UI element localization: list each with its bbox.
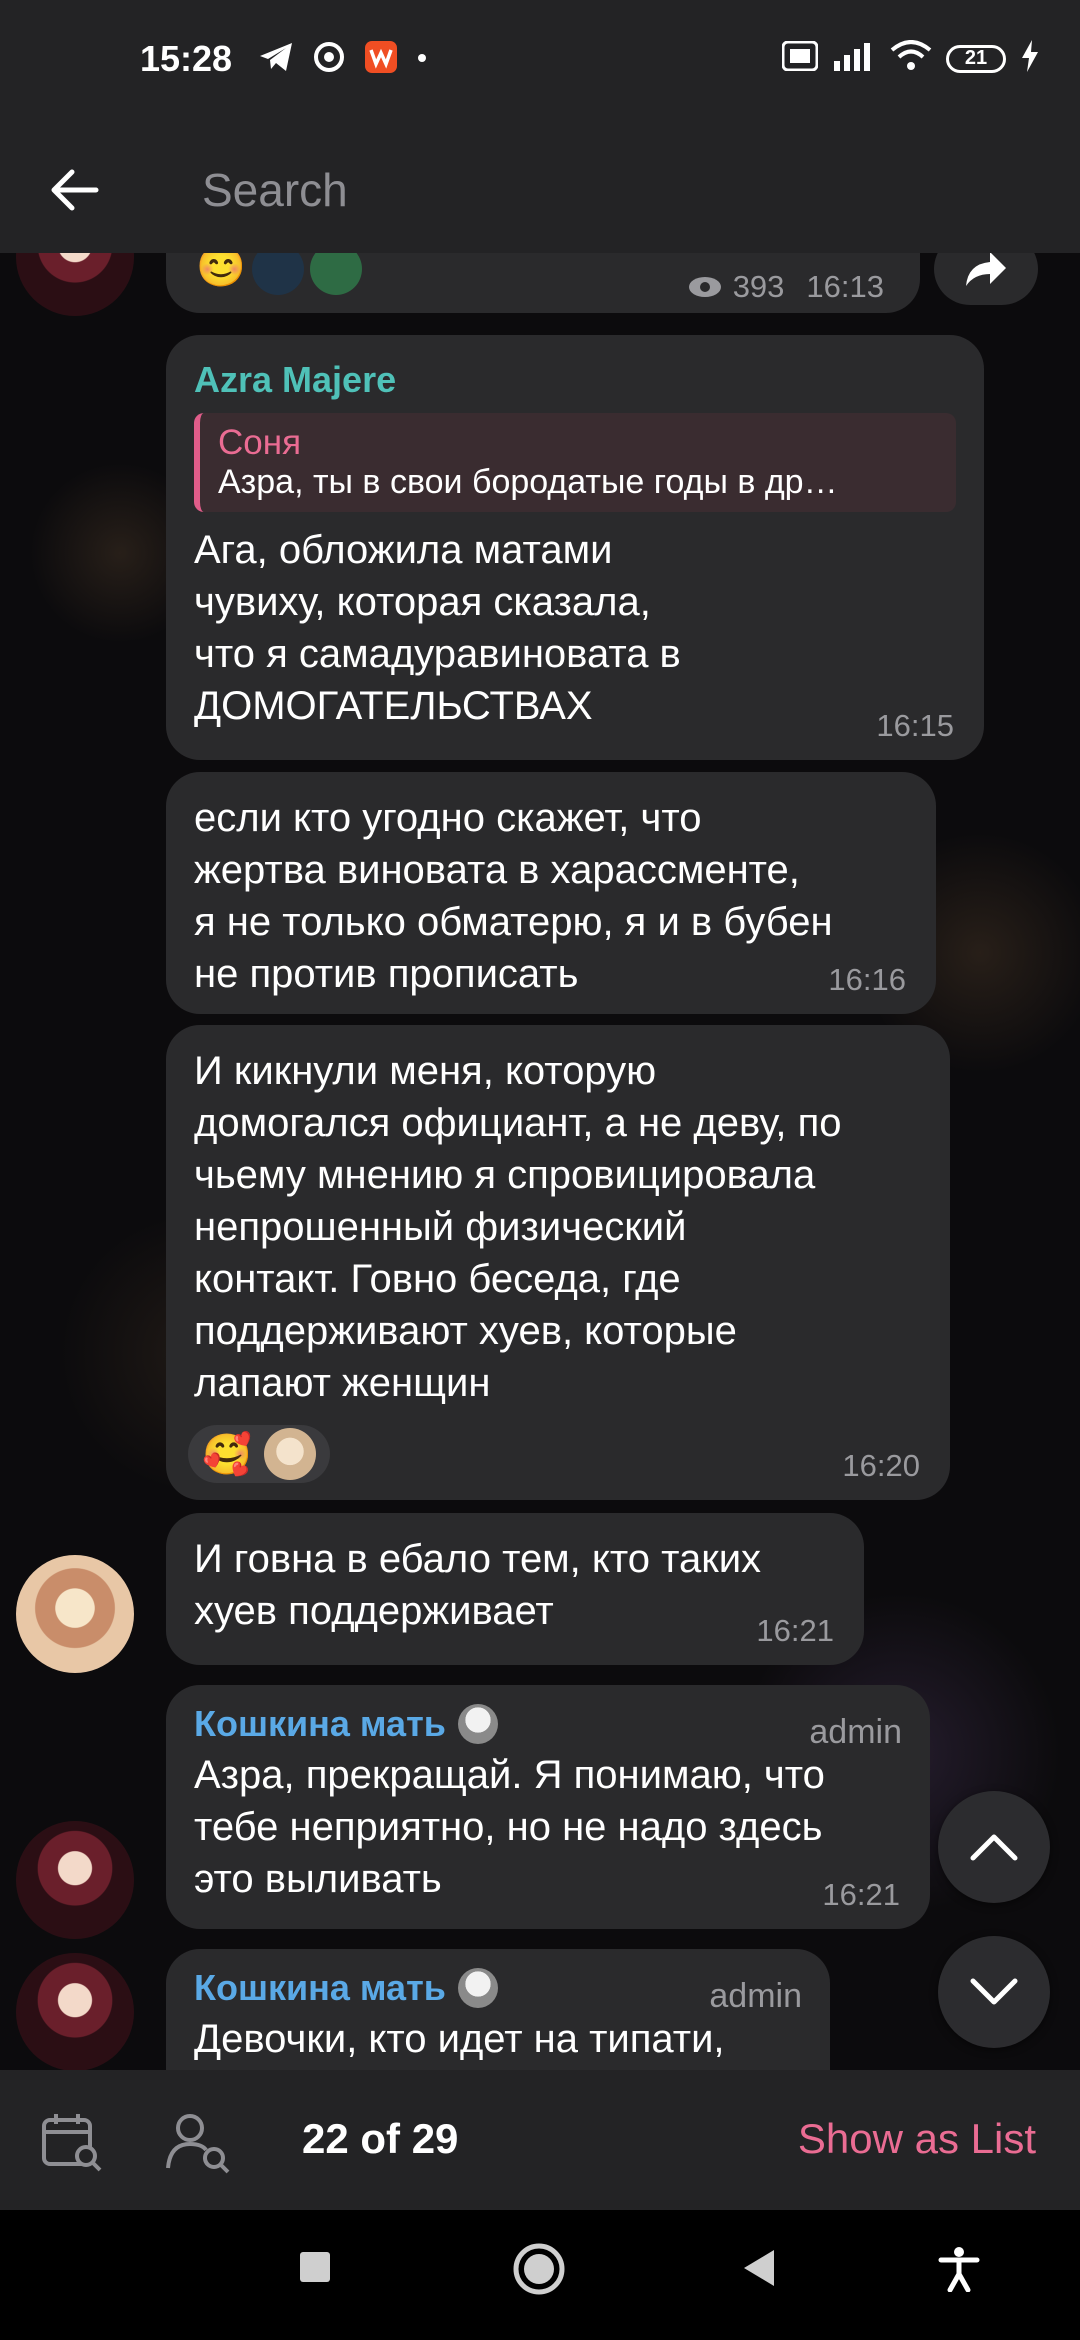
reactions[interactable]: 🥰 xyxy=(188,1425,330,1483)
avatar[interactable] xyxy=(16,1953,134,2070)
chevron-up-icon xyxy=(970,1834,1018,1861)
home-button[interactable] xyxy=(512,2242,566,2301)
scroll-up-button[interactable] xyxy=(938,1791,1050,1903)
system-nav-bar xyxy=(0,2210,1080,2340)
user-search-button[interactable] xyxy=(164,2110,234,2179)
search-input[interactable] xyxy=(200,153,1004,227)
wps-icon xyxy=(364,40,398,79)
recents-button[interactable] xyxy=(298,2250,332,2289)
accessibility-button[interactable] xyxy=(938,2246,980,2297)
volte-icon xyxy=(781,40,819,76)
message-time: 16:13 xyxy=(806,269,884,304)
battery-indicator: 21 xyxy=(946,44,1006,73)
sender-name[interactable]: Кошкина мать xyxy=(194,1967,446,2009)
calendar-search-icon xyxy=(42,2114,102,2172)
avatar[interactable] xyxy=(16,1821,134,1939)
message-text: Ага, обложила матами чувиху, которая ска… xyxy=(194,528,681,728)
app-icon xyxy=(312,40,346,79)
eye-icon xyxy=(688,277,721,297)
telegram-icon xyxy=(258,41,294,78)
message-time: 16:15 xyxy=(876,708,954,743)
message-bubble[interactable]: Кошкина мать admin Азра, прекращай. Я по… xyxy=(166,1685,930,1929)
message-text: И кикнули меня, которую домогался официа… xyxy=(194,1049,842,1405)
message-bubble[interactable]: Azra Majere Соня Азра, ты в свои бородат… xyxy=(166,335,984,760)
arrow-left-icon xyxy=(51,169,99,211)
dot-icon xyxy=(416,51,428,69)
reaction-emoji: 😊 xyxy=(196,253,246,289)
system-back-button[interactable] xyxy=(742,2248,776,2293)
message-bubble[interactable]: И кикнули меня, которую домогался официа… xyxy=(166,1025,950,1500)
message-text: Девочки, кто идет на типати, xyxy=(194,2017,725,2061)
search-header xyxy=(0,125,1080,253)
reactions[interactable]: 😊 xyxy=(196,253,362,295)
quote-sender: Соня xyxy=(218,423,302,462)
avatar[interactable] xyxy=(16,1555,134,1673)
triangle-back-icon xyxy=(744,2250,774,2286)
message-bubble[interactable]: И говна в ебало тем, кто таких хуев подд… xyxy=(166,1513,864,1665)
scroll-down-button[interactable] xyxy=(938,1936,1050,2048)
quote-text: Азра, ты в свои бородатые годы в др… xyxy=(218,463,838,501)
sender-emoji-status-icon xyxy=(457,1704,498,1744)
forward-icon xyxy=(966,253,1006,286)
message-text: Азра, прекращай. Я понимаю, что тебе неп… xyxy=(194,1753,825,1901)
sender-name[interactable]: Кошкина мать xyxy=(194,1703,446,1745)
reaction-emoji: 🥰 xyxy=(202,1432,252,1477)
message-time: 16:20 xyxy=(842,1448,920,1483)
chevron-down-icon xyxy=(970,1978,1018,2005)
calendar-search-button[interactable] xyxy=(40,2110,104,2179)
charging-icon xyxy=(1020,40,1040,77)
sender-name[interactable]: Azra Majere xyxy=(194,359,956,401)
forward-button[interactable] xyxy=(934,253,1038,305)
signal-icon xyxy=(832,41,876,76)
message-text: И говна в ебало тем, кто таких хуев подд… xyxy=(194,1537,762,1633)
message-bubble[interactable]: 😊 393 16:13 xyxy=(166,253,920,313)
accessibility-icon xyxy=(938,2247,980,2293)
status-bar: 15:28 21 xyxy=(0,0,1080,125)
show-as-list-button[interactable]: Show as List xyxy=(798,2115,1036,2163)
search-results-bar: 22 of 29 Show as List xyxy=(0,2070,1080,2210)
home-circle-icon xyxy=(513,2243,565,2295)
reply-quote[interactable]: Соня Азра, ты в свои бородатые годы в др… xyxy=(194,413,956,512)
message-text: если кто угодно скажет, что жертва винов… xyxy=(194,796,833,996)
admin-badge: admin xyxy=(809,1713,902,1751)
message-time: 16:21 xyxy=(822,1877,900,1912)
search-result-counter: 22 of 29 xyxy=(302,2115,459,2162)
user-search-icon xyxy=(166,2114,230,2174)
message-bubble[interactable]: Кошкина мать admin Девочки, кто идет на … xyxy=(166,1949,830,2070)
wifi-icon xyxy=(890,40,932,77)
chat-area[interactable]: 😊 393 16:13 Azra Majere Соня Азра, ты в … xyxy=(0,253,1080,2070)
message-bubble[interactable]: если кто угодно скажет, что жертва винов… xyxy=(166,772,936,1014)
status-time: 15:28 xyxy=(140,38,233,79)
reactor-avatar xyxy=(263,1428,316,1480)
message-time: 16:16 xyxy=(828,962,906,997)
square-icon xyxy=(300,2252,330,2282)
admin-badge: admin xyxy=(709,1977,802,2015)
view-count: 393 xyxy=(732,269,785,304)
back-button[interactable] xyxy=(40,155,110,225)
message-time: 16:21 xyxy=(756,1613,834,1648)
sender-emoji-status-icon xyxy=(457,1968,498,2008)
avatar[interactable] xyxy=(16,253,134,316)
